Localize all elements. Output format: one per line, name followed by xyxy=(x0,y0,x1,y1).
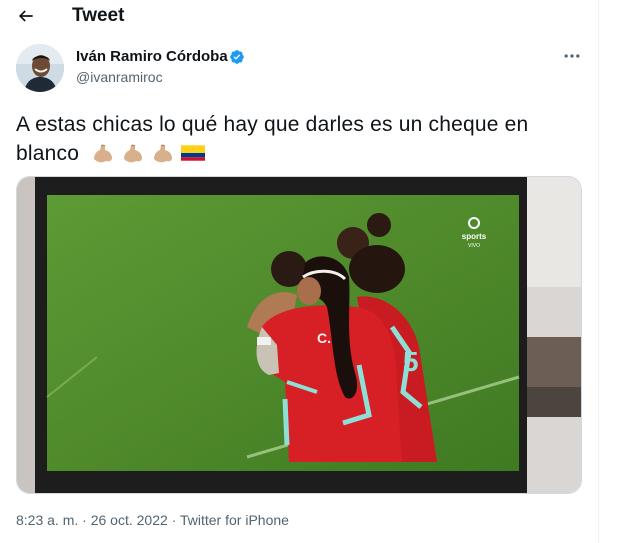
author-handle[interactable]: @ivanramiroc xyxy=(76,69,163,85)
more-options-icon[interactable] xyxy=(562,46,582,66)
broadcaster-live-label: VIVO xyxy=(468,243,480,249)
tweet-media-photo[interactable]: sports VIVO C. 5 xyxy=(16,176,582,494)
page-title: Tweet xyxy=(72,5,125,26)
verified-badge-icon xyxy=(230,50,244,64)
tweet-date[interactable]: 26 oct. 2022 xyxy=(91,512,168,528)
meta-separator: · xyxy=(171,512,177,528)
tv-broadcast-image: sports VIVO C. 5 xyxy=(17,177,581,493)
page-header: Tweet xyxy=(0,0,598,33)
tweet-time[interactable]: 8:23 a. m. xyxy=(16,512,78,528)
back-arrow-icon[interactable] xyxy=(16,6,36,26)
tweet-metadata: 8:23 a. m. · 26 oct. 2022 · Twitter for … xyxy=(16,512,289,528)
flexed-biceps-icon xyxy=(154,144,173,163)
flexed-biceps-icon xyxy=(124,144,143,163)
flexed-biceps-icon xyxy=(94,144,113,163)
jersey-number: 5 xyxy=(403,346,419,377)
jersey-text: C. xyxy=(317,330,331,346)
emoji-group xyxy=(91,142,206,164)
author-name[interactable]: Iván Ramiro Córdoba xyxy=(76,48,228,65)
tweet-body: A estas chicas lo qué hay que darles es … xyxy=(16,110,586,168)
meta-separator: · xyxy=(82,512,87,528)
column-divider xyxy=(598,0,599,543)
avatar[interactable] xyxy=(16,44,64,92)
avatar-portrait-icon xyxy=(16,44,64,92)
tweet-source[interactable]: Twitter for iPhone xyxy=(180,512,289,528)
colombia-flag-icon xyxy=(181,145,206,161)
broadcaster-logo: sports xyxy=(462,232,487,241)
